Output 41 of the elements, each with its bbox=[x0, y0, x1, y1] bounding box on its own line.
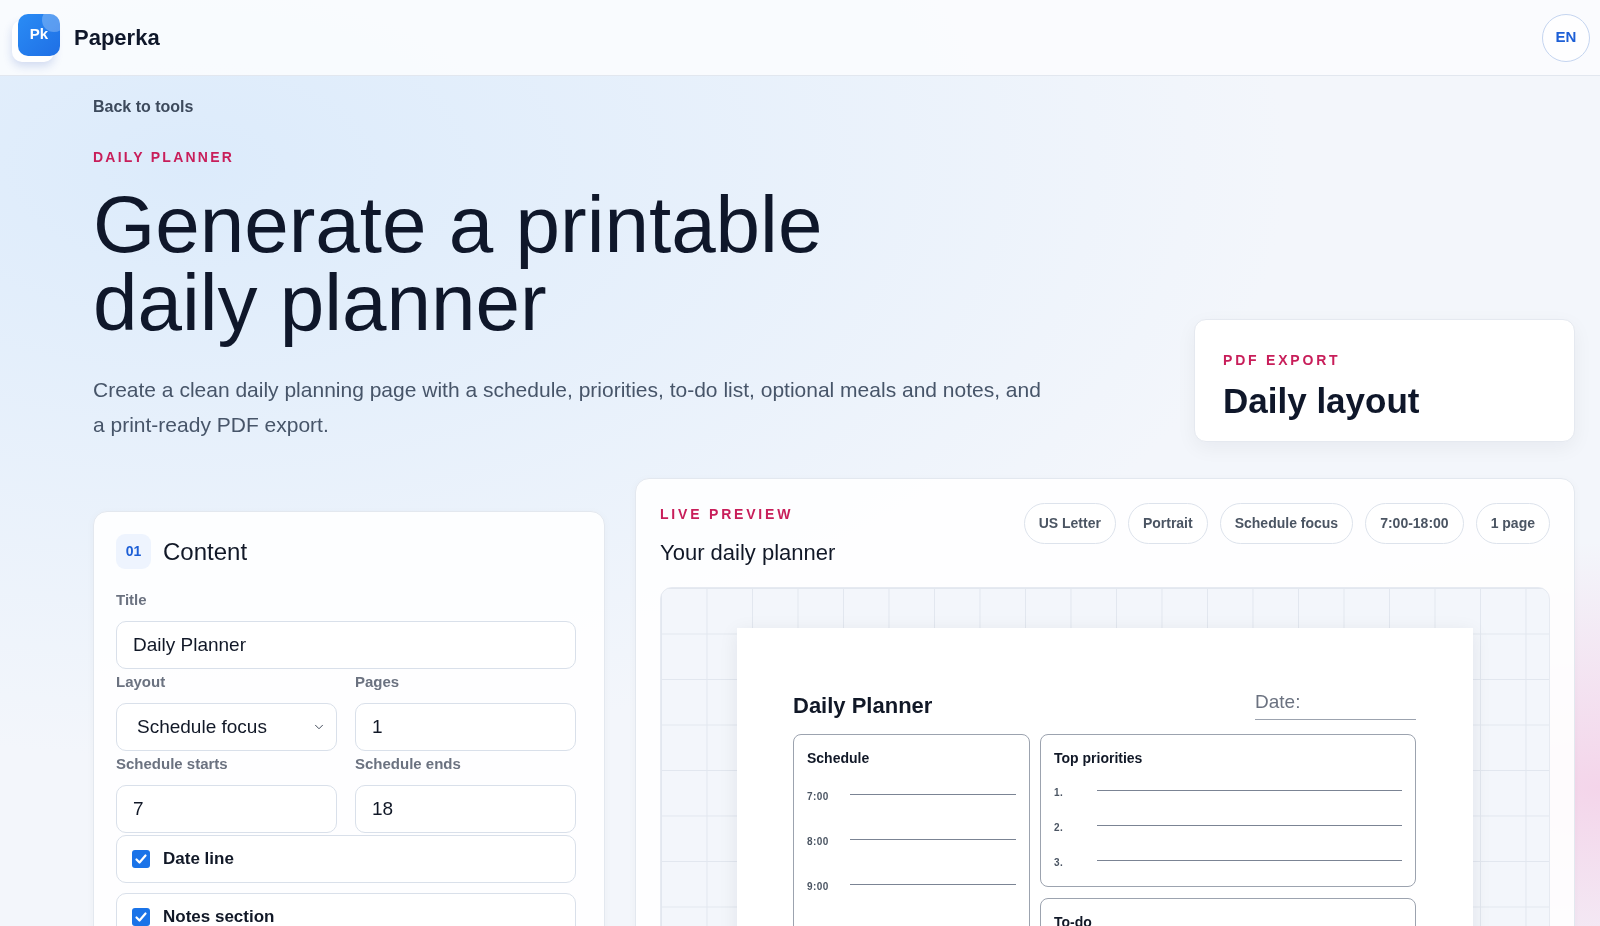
checkbox[interactable] bbox=[132, 908, 150, 926]
setting-tag: Portrait bbox=[1127, 503, 1208, 544]
number-field[interactable]: 1 bbox=[355, 703, 576, 751]
section-heading: Top priorities bbox=[1054, 749, 1143, 767]
date-field: Date: bbox=[1255, 690, 1416, 720]
card-eyebrow: PDF EXPORT bbox=[1223, 351, 1341, 370]
checkbox[interactable] bbox=[132, 850, 150, 868]
time-label: 9:00 bbox=[807, 880, 829, 892]
section-heading: Schedule bbox=[807, 749, 870, 767]
text-field[interactable]: Daily Planner bbox=[116, 621, 576, 669]
field-label: Schedule ends bbox=[355, 754, 461, 774]
time-label: 7:00 bbox=[807, 790, 829, 802]
number-label: 3. bbox=[1054, 856, 1064, 868]
back-link[interactable]: Back to tools bbox=[93, 95, 194, 119]
number-field[interactable]: 18 bbox=[355, 785, 576, 833]
setting-tag: US Letter bbox=[1023, 503, 1116, 544]
sheet-title: Daily Planner bbox=[793, 692, 933, 720]
number-label: 2. bbox=[1054, 821, 1064, 833]
section-eyebrow: LIVE PREVIEW bbox=[660, 505, 794, 524]
setting-tag: Schedule focus bbox=[1219, 503, 1354, 544]
dropdown[interactable]: Schedule focus bbox=[116, 703, 337, 751]
step-badge: 01 bbox=[116, 534, 151, 569]
time-label: 8:00 bbox=[807, 835, 829, 847]
number-field[interactable]: 7 bbox=[116, 785, 337, 833]
checkbox-option[interactable]: Date line bbox=[116, 835, 576, 883]
brand-name: Paperka bbox=[74, 23, 160, 52]
setting-tag: 7:00-18:00 bbox=[1365, 503, 1464, 544]
field-label: Pages bbox=[355, 672, 400, 692]
setting-tag: 1 page bbox=[1475, 503, 1550, 544]
number-label: 1. bbox=[1054, 786, 1064, 798]
field-label: Title bbox=[116, 590, 147, 610]
page-description: Create a clean daily planning page with a schedule, priorities, to-do list, optional meals and notes, and a print-ready PDF export. bbox=[93, 377, 1042, 438]
page-heading: Generate a printable daily planner bbox=[93, 186, 824, 349]
checkbox-option[interactable]: Notes section bbox=[116, 893, 576, 926]
field-label: Schedule starts bbox=[116, 754, 228, 774]
card-title: Daily layout bbox=[1223, 380, 1420, 422]
preview-title: Your daily planner bbox=[660, 539, 836, 567]
language-button[interactable]: EN bbox=[1542, 13, 1590, 62]
page-eyebrow: DAILY PLANNER bbox=[93, 148, 235, 167]
field-label: Layout bbox=[116, 672, 166, 692]
section-title: Content bbox=[163, 536, 248, 567]
